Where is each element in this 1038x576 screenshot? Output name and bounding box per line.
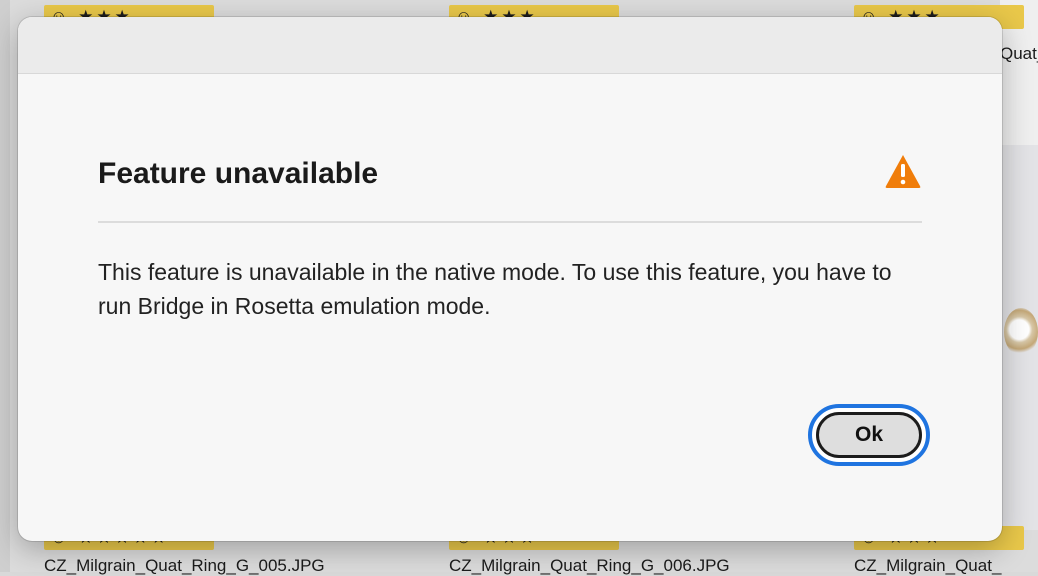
ok-button[interactable]: Ok <box>808 404 930 466</box>
dialog-title: Feature unavailable <box>98 157 379 190</box>
thumbnail-caption-clipped: Quat_ <box>1000 44 1038 63</box>
ok-button-label: Ok <box>816 412 922 458</box>
warning-icon <box>884 153 922 189</box>
dialog-message: This feature is unavailable in the nativ… <box>98 259 892 319</box>
thumbnail-caption-3: CZ_Milgrain_Quat_ <box>854 556 1002 575</box>
dialog-titlebar[interactable] <box>18 17 1002 74</box>
left-panel-edge <box>0 0 10 572</box>
thumbnail-caption-2: CZ_Milgrain_Quat_Ring_G_006.JPG <box>449 556 730 575</box>
ring-thumbnail-image <box>1004 308 1038 356</box>
dialog-divider <box>98 221 922 223</box>
thumbnail-caption-1: CZ_Milgrain_Quat_Ring_G_005.JPG <box>44 556 325 575</box>
feature-unavailable-dialog: Feature unavailable This feature is unav… <box>18 17 1002 541</box>
